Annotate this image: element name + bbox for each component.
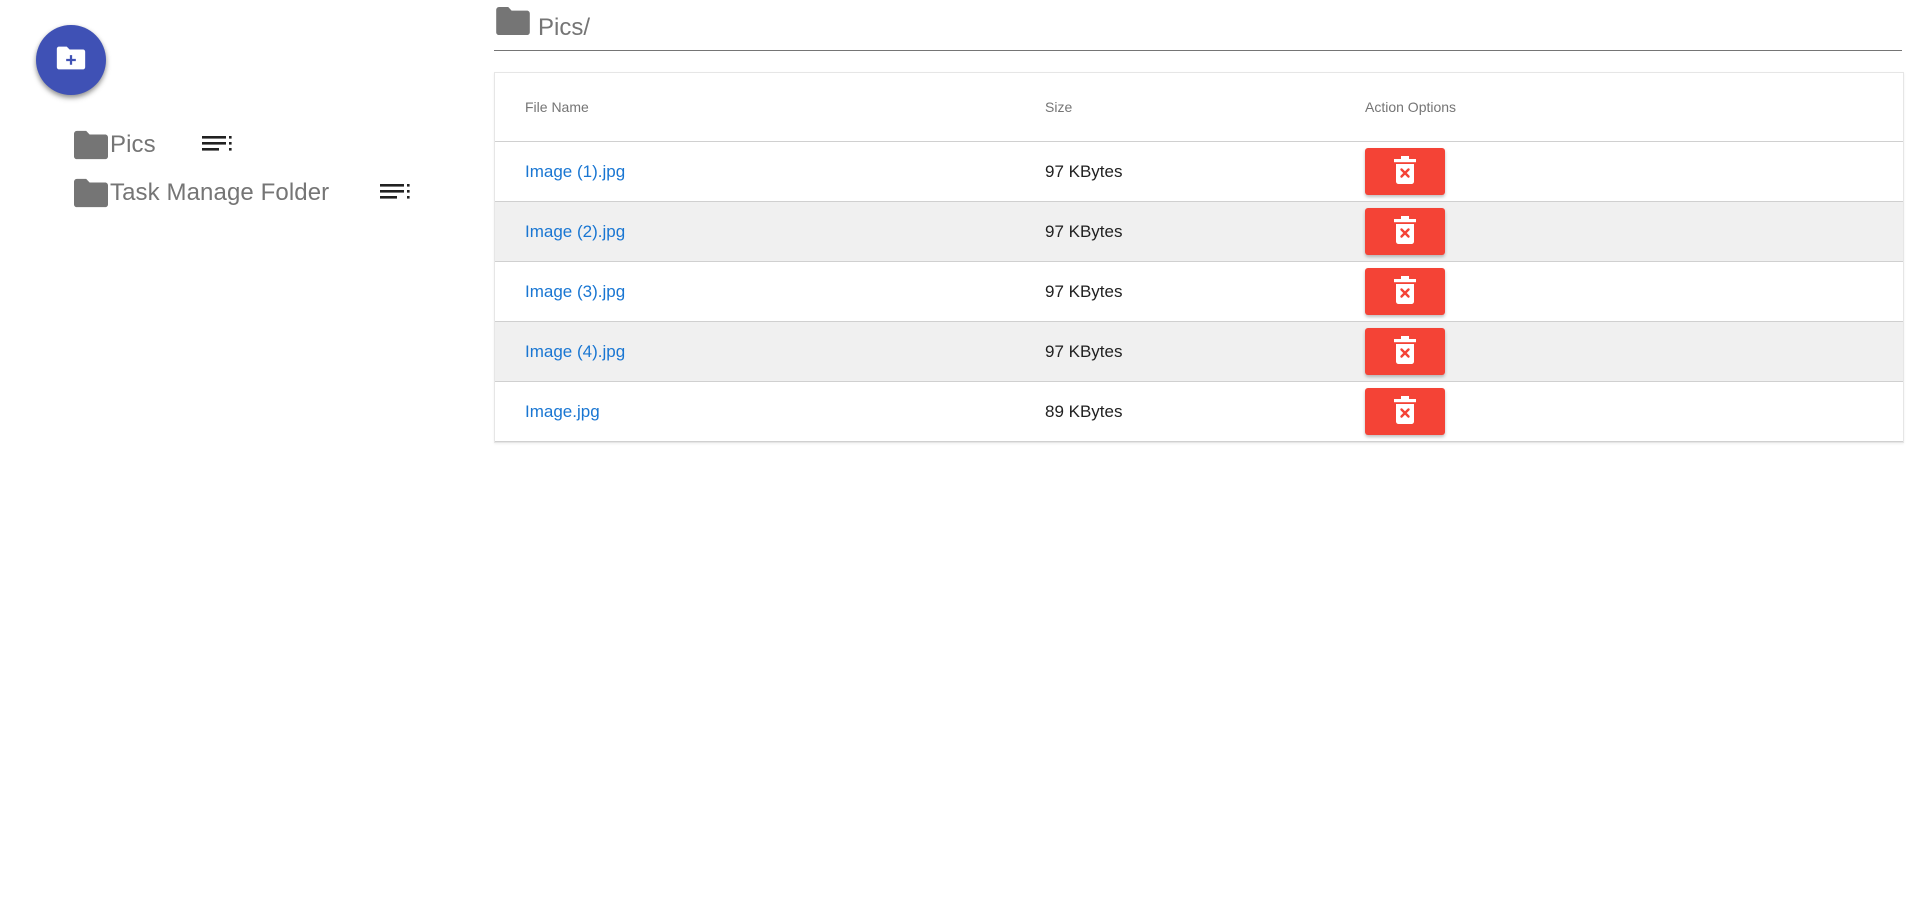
action-cell: [1335, 141, 1903, 202]
trash-x-icon: [1392, 395, 1418, 428]
file-manager-page: Pics Task Manage Folder Pics/ File Name …: [0, 0, 1914, 901]
table-row: Image (3).jpg 97 KBytes: [495, 261, 1903, 322]
file-table-card: File Name Size Action Options Image (1).…: [494, 72, 1904, 443]
action-cell: [1335, 261, 1903, 322]
file-link[interactable]: Image (3).jpg: [525, 282, 625, 301]
table-row: Image (4).jpg 97 KBytes: [495, 321, 1903, 382]
file-size-cell: 97 KBytes: [1015, 261, 1335, 322]
file-name-cell: Image (3).jpg: [495, 261, 1015, 322]
sidebar-folder-link[interactable]: Task Manage Folder: [74, 178, 329, 208]
sidebar-folder-label: Task Manage Folder: [110, 179, 330, 206]
folder-icon: [496, 7, 530, 35]
trash-x-icon: [1392, 275, 1418, 308]
file-link[interactable]: Image.jpg: [525, 402, 600, 421]
file-link[interactable]: Image (4).jpg: [525, 342, 625, 361]
action-cell: [1335, 321, 1903, 382]
breadcrumb: Pics/: [494, 0, 1902, 51]
file-name-cell: Image (1).jpg: [495, 141, 1015, 202]
folder-icon: [74, 178, 110, 208]
delete-button[interactable]: [1365, 268, 1445, 315]
trash-x-icon: [1392, 215, 1418, 248]
delete-button[interactable]: [1365, 388, 1445, 435]
sidebar-folder-pics: Pics: [74, 121, 434, 169]
file-link[interactable]: Image (2).jpg: [525, 222, 625, 241]
file-name-cell: Image (2).jpg: [495, 201, 1015, 262]
file-link[interactable]: Image (1).jpg: [525, 162, 625, 181]
file-name-cell: Image.jpg: [495, 381, 1015, 442]
column-header-file-name: File Name: [495, 73, 1015, 142]
sidebar-folder-task-manage: Task Manage Folder: [74, 169, 434, 217]
table-row: Image.jpg 89 KBytes: [495, 381, 1903, 442]
sidebar-folder-label: Pics: [110, 131, 156, 158]
delete-button[interactable]: [1365, 328, 1445, 375]
action-cell: [1335, 201, 1903, 262]
trash-x-icon: [1392, 335, 1418, 368]
sidebar-folder-link[interactable]: Pics: [74, 130, 156, 160]
folder-sidebar: Pics Task Manage Folder: [74, 121, 434, 217]
folder-icon: [74, 130, 110, 160]
delete-button[interactable]: [1365, 208, 1445, 255]
column-header-size: Size: [1015, 73, 1335, 142]
file-size-cell: 89 KBytes: [1015, 381, 1335, 442]
file-size-cell: 97 KBytes: [1015, 141, 1335, 202]
current-path: Pics/: [538, 14, 591, 41]
main-content: Pics/ File Name Size Action Options Imag…: [494, 0, 1904, 443]
table-row: Image (2).jpg 97 KBytes: [495, 201, 1903, 262]
table-row: Image (1).jpg 97 KBytes: [495, 141, 1903, 202]
file-size-cell: 97 KBytes: [1015, 201, 1335, 262]
action-cell: [1335, 381, 1903, 442]
delete-button[interactable]: [1365, 148, 1445, 195]
file-size-cell: 97 KBytes: [1015, 321, 1335, 382]
folder-plus-icon: [54, 41, 88, 80]
file-table: File Name Size Action Options Image (1).…: [495, 73, 1903, 442]
playlist-menu-icon[interactable]: [202, 130, 234, 160]
playlist-menu-icon[interactable]: [380, 178, 412, 208]
trash-x-icon: [1392, 155, 1418, 188]
file-name-cell: Image (4).jpg: [495, 321, 1015, 382]
new-folder-button[interactable]: [36, 25, 106, 95]
table-header-row: File Name Size Action Options: [495, 73, 1903, 142]
column-header-actions: Action Options: [1335, 73, 1903, 142]
